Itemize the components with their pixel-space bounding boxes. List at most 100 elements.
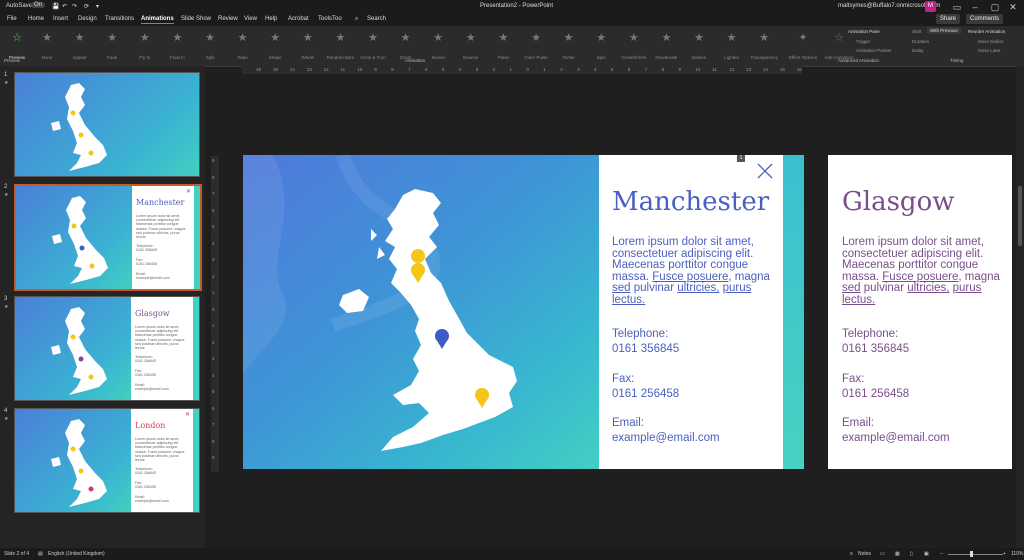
effect-darken-button[interactable]: ★ Darken bbox=[684, 30, 714, 60]
effect-appear-button[interactable]: ★ Appear bbox=[65, 30, 95, 60]
slide-thumbnail-2[interactable]: Manchester Lorem ipsum dolor sit amet, co… bbox=[14, 184, 202, 291]
tab-slide-show[interactable]: Slide Show bbox=[181, 16, 211, 22]
slide-sorter-icon[interactable]: ▦ bbox=[895, 551, 900, 557]
move-earlier-button[interactable]: Move Earlier bbox=[978, 39, 1003, 44]
start-select[interactable]: With Previous bbox=[927, 27, 961, 34]
tab-design[interactable]: Design bbox=[78, 16, 97, 22]
trigger-button[interactable]: Trigger bbox=[856, 39, 870, 44]
effect-fade-button[interactable]: ★ Fade bbox=[97, 30, 127, 60]
tab-view[interactable]: View bbox=[244, 16, 257, 22]
fax-label: Fax: bbox=[612, 373, 635, 385]
lorem-text[interactable]: Lorem ipsum dolor sit amet, consectetuer… bbox=[612, 236, 772, 306]
notes-button[interactable]: Notes bbox=[858, 551, 871, 557]
effect-bounce-button[interactable]: ★ Bounce bbox=[456, 30, 486, 60]
reading-view-icon[interactable]: ▯ bbox=[910, 551, 913, 557]
telephone-value[interactable]: 0161 356845 bbox=[612, 343, 679, 355]
effect-transparency-button[interactable]: ★ Transparency bbox=[749, 30, 779, 60]
effect-fly-in-button[interactable]: ★ Fly In bbox=[130, 30, 160, 60]
minimize-icon[interactable]: – bbox=[964, 0, 986, 14]
avatar[interactable]: M bbox=[925, 1, 936, 12]
effect-options-button[interactable]: ✦ Effect Options bbox=[788, 30, 818, 60]
animation-marker-icon: ★ bbox=[4, 192, 9, 198]
slide-thumbnail-1[interactable] bbox=[14, 72, 200, 177]
move-later-button[interactable]: Move Later bbox=[978, 48, 1001, 53]
undo-icon[interactable]: ↶ bbox=[62, 3, 67, 10]
comments-button[interactable]: Comments bbox=[966, 14, 1004, 24]
slideshow-view-icon[interactable]: ▣ bbox=[924, 551, 929, 557]
main-slide[interactable]: Manchester Lorem ipsum dolor sit amet, c… bbox=[243, 155, 804, 469]
tab-insert[interactable]: Insert bbox=[53, 16, 68, 22]
effect-split-button[interactable]: ★ Split bbox=[195, 30, 225, 60]
accessibility-icon[interactable]: ▤ bbox=[38, 551, 43, 557]
effect-shape-button[interactable]: ★ Shape bbox=[260, 30, 290, 60]
tab-help[interactable]: Help bbox=[265, 16, 277, 22]
effect-grow-shrink-button[interactable]: ★ Grow/Shrink bbox=[619, 30, 649, 60]
quick-access-icon[interactable]: ⟳ bbox=[84, 3, 89, 10]
effect-none-button[interactable]: ★ None bbox=[32, 30, 62, 60]
effect-wipe-button[interactable]: ★ Wipe bbox=[228, 30, 258, 60]
effect-color-pulse-button[interactable]: ★ Color Pulse bbox=[521, 30, 551, 60]
preview-button[interactable]: ☆ Preview bbox=[2, 30, 32, 60]
lorem-link-3: ultricies, bbox=[677, 282, 720, 294]
zoom-out-icon[interactable]: – bbox=[940, 551, 943, 557]
language-indicator[interactable]: English (United Kingdom) bbox=[48, 551, 105, 557]
zoom-in-icon[interactable]: + bbox=[1003, 551, 1006, 557]
ruler-tick: 2 bbox=[212, 339, 215, 345]
effect-pulse-button[interactable]: ★ Pulse bbox=[488, 30, 518, 60]
add-animation-button[interactable]: ☆ Add Animation bbox=[824, 30, 854, 60]
ruler-tick: 0 bbox=[526, 67, 529, 72]
lorem-part-2: magna bbox=[734, 270, 770, 283]
thumbnail-fax: 0161 256458 bbox=[135, 373, 156, 377]
scroll-thumb[interactable] bbox=[1018, 186, 1022, 246]
effect-spin-button[interactable]: ★ Spin bbox=[586, 30, 616, 60]
redo-icon[interactable]: ↷ bbox=[72, 3, 77, 10]
effect-float-in-button[interactable]: ★ Float In bbox=[162, 30, 192, 60]
tab-review[interactable]: Review bbox=[218, 16, 238, 22]
effect-label: Spin bbox=[596, 55, 606, 60]
effect-grow-turn-button[interactable]: ★ Grow & Turn bbox=[358, 30, 388, 60]
slide-thumbnail-3[interactable]: Glasgow Lorem ipsum dolor sit amet, conse… bbox=[14, 296, 200, 401]
email-label: Email: bbox=[612, 417, 644, 429]
effect-lighten-button[interactable]: ★ Lighten bbox=[717, 30, 747, 60]
email-value[interactable]: example@email.com bbox=[612, 432, 720, 444]
tab-acrobat[interactable]: Acrobat bbox=[288, 16, 309, 22]
effect-zoom-button[interactable]: ★ Zoom bbox=[391, 30, 421, 60]
tab-home[interactable]: Home bbox=[28, 16, 44, 22]
city-heading[interactable]: Manchester bbox=[612, 187, 769, 217]
vertical-scrollbar[interactable] bbox=[1016, 66, 1024, 548]
delay-field[interactable]: Delay bbox=[912, 48, 924, 53]
effect-desaturate-button[interactable]: ★ Desaturate bbox=[651, 30, 681, 60]
fax-value[interactable]: 0161 256458 bbox=[612, 388, 679, 400]
save-icon[interactable]: 💾 bbox=[52, 3, 59, 10]
tab-animations[interactable]: Animations bbox=[141, 16, 174, 24]
animation-pane-button[interactable]: Animation Pane bbox=[848, 29, 880, 34]
autosave-toggle[interactable]: On bbox=[31, 2, 46, 8]
zoom-slider-thumb[interactable] bbox=[970, 551, 973, 557]
animation-painter-button[interactable]: Animation Painter bbox=[856, 48, 892, 53]
notes-icon[interactable]: ≡ bbox=[850, 551, 853, 557]
slide-thumbnail-4[interactable]: London Lorem ipsum dolor sit amet, consec… bbox=[14, 408, 200, 513]
duration-field[interactable]: Duration bbox=[912, 39, 929, 44]
effect-random-bars-button[interactable]: ★ Random Bars bbox=[325, 30, 355, 60]
customize-icon[interactable]: ▾ bbox=[96, 3, 99, 10]
effect-star-icon: ★ bbox=[465, 32, 476, 44]
zoom-slider[interactable] bbox=[948, 554, 1003, 555]
search-label[interactable]: Search bbox=[367, 16, 386, 22]
share-button[interactable]: Share bbox=[936, 14, 961, 24]
tab-file[interactable]: File bbox=[7, 16, 17, 22]
effect-label: Wipe bbox=[237, 55, 248, 60]
close-x-icon[interactable] bbox=[755, 161, 775, 181]
close-icon[interactable]: ✕ bbox=[1002, 0, 1024, 14]
ruler-tick: 1 bbox=[212, 290, 215, 295]
normal-view-icon[interactable]: ▭ bbox=[880, 551, 885, 557]
tab-transitions[interactable]: Transitions bbox=[105, 16, 134, 22]
animation-order-tag[interactable]: 1 bbox=[737, 155, 745, 162]
effect-teeter-button[interactable]: ★ Teeter bbox=[554, 30, 584, 60]
thumbnail-strip bbox=[193, 409, 199, 512]
effect-wheel-button[interactable]: ★ Wheel bbox=[293, 30, 323, 60]
zoom-level[interactable]: 110% bbox=[1011, 551, 1023, 557]
thumbnail-card: Manchester Lorem ipsum dolor sit amet, co… bbox=[132, 186, 194, 289]
tab-toolstoo[interactable]: ToolsToo bbox=[318, 16, 342, 22]
search-icon[interactable]: ⌕ bbox=[355, 16, 358, 23]
effect-swivel-button[interactable]: ★ Swivel bbox=[423, 30, 453, 60]
